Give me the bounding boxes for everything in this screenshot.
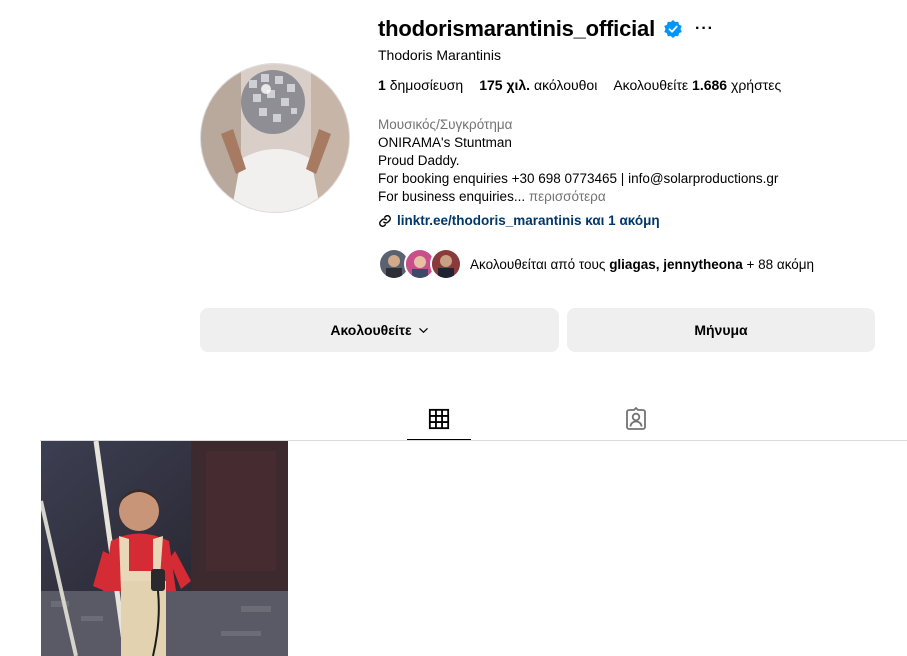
following-count: 1.686 [692,77,728,93]
profile-link-text: linktr.ee/thodoris_marantinis και 1 ακόμ… [397,213,660,228]
tagged-icon [626,407,646,430]
more-options-icon[interactable]: ··· [695,21,714,37]
followers-stat[interactable]: 175 χιλ. ακόλουθοι [479,77,597,93]
profile-avatar[interactable] [200,63,350,213]
follower-avatar [430,248,462,280]
bio-more-link[interactable]: περισσότερα [529,189,606,204]
chevron-down-icon [418,327,428,333]
posts-stat: 1 δημοσίευση [378,77,463,93]
following-label: χρήστες [730,77,782,93]
message-button-label: Μήνυμα [694,322,748,338]
posts-count: 1 [378,77,386,93]
following-button[interactable]: Ακολουθείτε [200,308,559,352]
followed-by-users: gliagas, jennytheona [609,256,743,272]
following-button-label: Ακολουθείτε [330,322,412,338]
followed-by-avatars [378,248,462,280]
bio-line: For business enquiries... [378,189,526,204]
post-thumbnail[interactable] [41,441,288,656]
profile-link[interactable]: linktr.ee/thodoris_marantinis και 1 ακόμ… [378,213,660,228]
link-icon [379,214,391,227]
tab-tagged[interactable] [604,398,668,440]
bio-line: Proud Daddy. [378,153,460,168]
followed-by-prefix: Ακολουθείται από τους [470,256,606,272]
grid-icon [428,408,450,429]
followed-by-suffix: + 88 ακόμη [746,256,815,272]
bio-line: ONIRAMA's Stuntman [378,135,512,150]
followers-count: 175 χιλ. [479,77,531,93]
posts-label: δημοσίευση [389,77,464,93]
profile-username: thodorismarantinis_official [378,16,655,41]
tab-posts[interactable] [407,398,471,441]
profile-bio: Μουσικός/Συγκρότημα ONIRAMA's Stuntman P… [378,116,778,206]
profile-category: Μουσικός/Συγκρότημα [378,117,513,132]
followed-by[interactable]: Ακολουθείται από τους gliagas, jennytheo… [378,248,814,280]
verified-badge-icon [664,20,682,38]
followers-label: ακόλουθοι [533,77,598,93]
profile-stats: 1 δημοσίευση 175 χιλ. ακόλουθοι Ακολουθε… [378,77,797,93]
bio-line: For booking enquiries +30 698 0773465 | … [378,171,779,186]
message-button[interactable]: Μήνυμα [567,308,875,352]
following-stat[interactable]: Ακολουθείτε 1.686 χρήστες [613,77,781,93]
profile-full-name: Thodoris Marantinis [378,47,501,63]
following-prefix: Ακολουθείτε [613,77,689,93]
